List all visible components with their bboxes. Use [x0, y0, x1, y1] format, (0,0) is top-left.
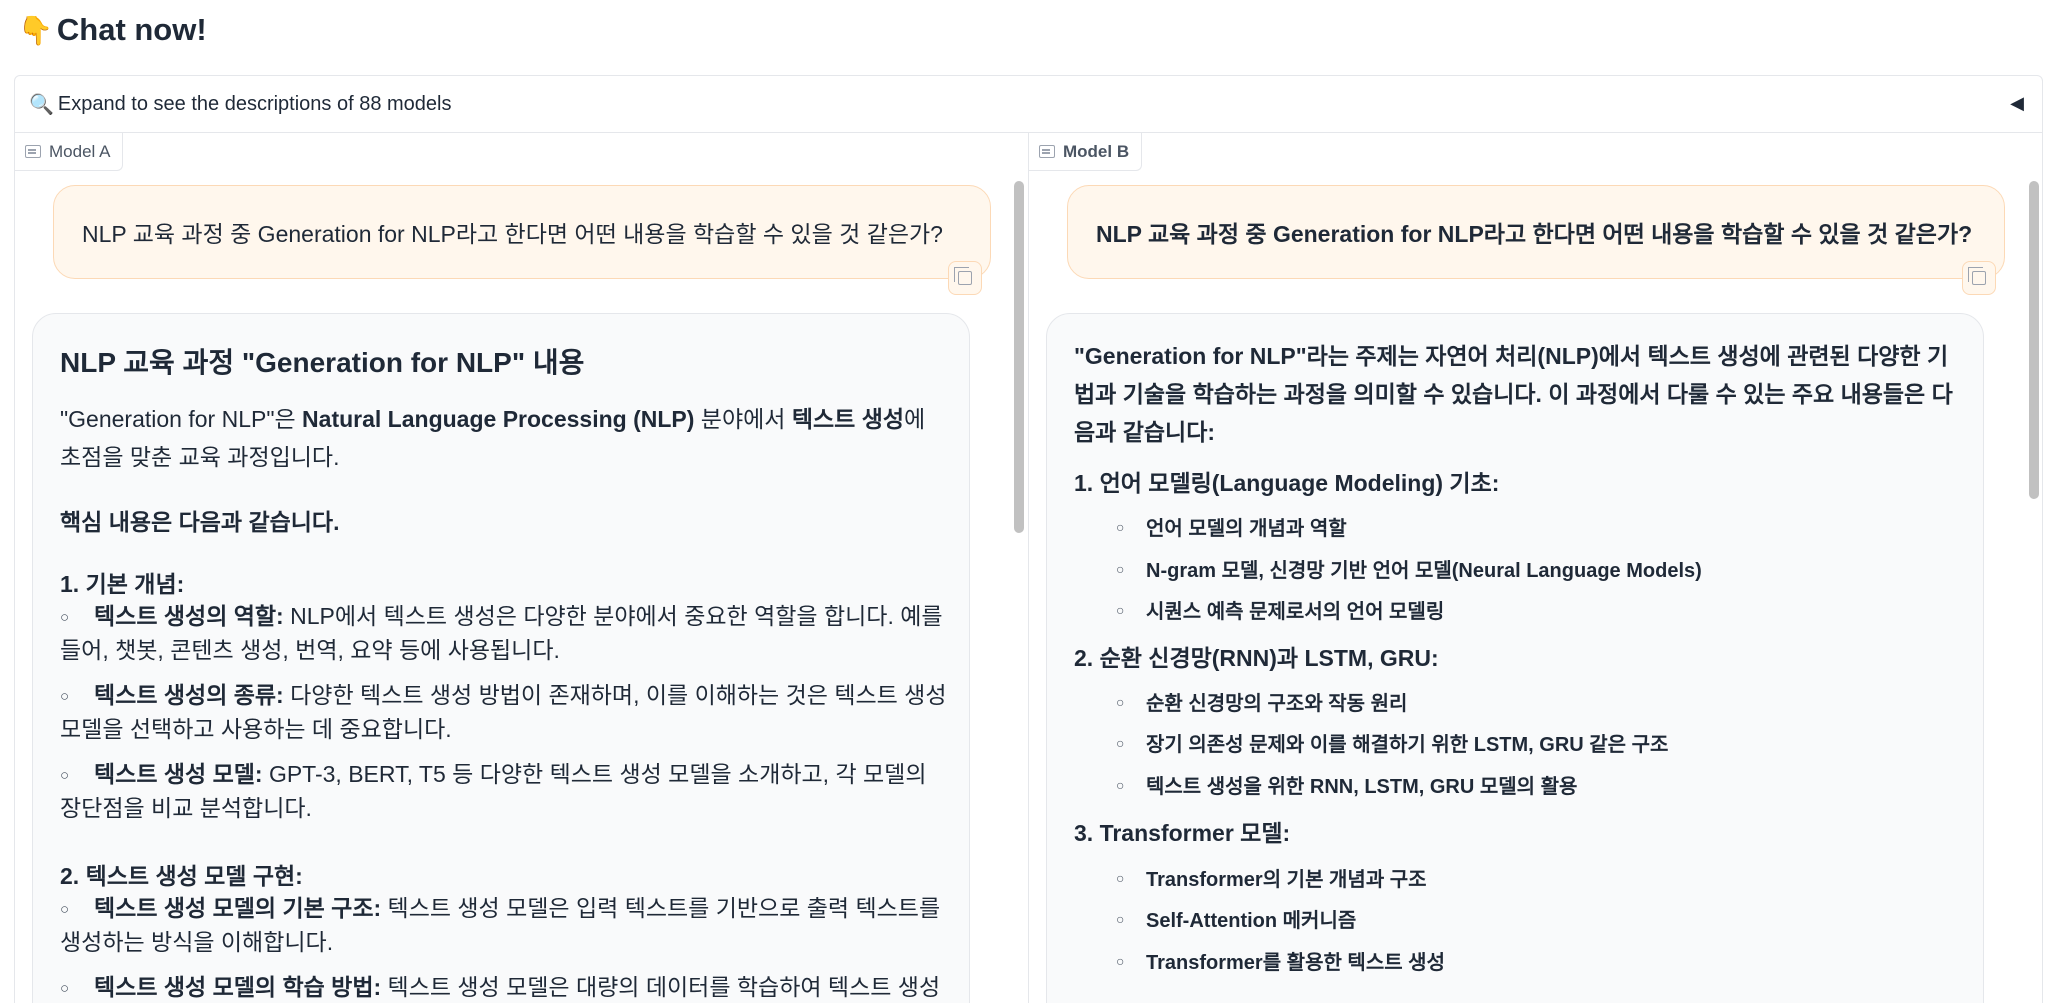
- bullet-icon: ○: [1116, 734, 1125, 751]
- bullet-icon: ○: [60, 980, 70, 997]
- bullet-icon: ○: [1116, 518, 1125, 535]
- list-item: ○ 장기 의존성 문제와 이를 해결하기 위한 LSTM, GRU 같은 구조: [1116, 734, 1669, 756]
- bullet-icon: ○: [1116, 952, 1125, 969]
- model-descriptions-accordion[interactable]: 🔍 Expand to see the descriptions of 88 m…: [14, 75, 2043, 133]
- bullet-icon: ○: [1116, 776, 1125, 793]
- bot-message-bubble: NLP 교육 과정 "Generation for NLP" 내용 "Gener…: [32, 313, 970, 1003]
- chatbot-panel-b: Model B NLP 교육 과정 중 Generation for NLP라고…: [1029, 133, 2043, 1003]
- user-message-bubble: NLP 교육 과정 중 Generation for NLP라고 한다면 어떤 …: [1067, 185, 2005, 279]
- bullet-icon: ○: [60, 609, 70, 626]
- copy-icon: [954, 267, 972, 285]
- list-item: ○ 텍스트 생성을 위한 RNN, LSTM, GRU 모델의 활용: [1116, 776, 1578, 798]
- chat-icon: [1039, 145, 1055, 158]
- model-a-label-text: Model A: [49, 141, 111, 161]
- list-item: ○ Self-Attention 메커니즘: [1116, 910, 1357, 932]
- list-item: ○ 순환 신경망의 구조와 작동 원리: [1116, 693, 1408, 715]
- core-content-label: 핵심 내용은 다음과 같습니다.: [60, 509, 340, 535]
- model-b-label: Model B: [1029, 133, 1143, 171]
- response-intro: "Generation for NLP"라는 주제는 자연어 처리(NLP)에서…: [1074, 343, 1953, 445]
- page-title-text: Chat now!: [56, 12, 207, 47]
- user-message-text: NLP 교육 과정 중 Generation for NLP라고 한다면 어떤 …: [1096, 221, 1973, 247]
- bullet-icon: ○: [1116, 910, 1125, 927]
- bullet-icon: ○: [60, 767, 70, 784]
- list-item: ○ N-gram 모델, 신경망 기반 언어 모델(Neural Language…: [1116, 560, 1702, 582]
- section-heading-1: 1. 기본 개념:: [60, 571, 185, 597]
- copy-icon: [1968, 267, 1986, 285]
- section-heading-1: 1. 언어 모델링(Language Modeling) 기초:: [1074, 470, 1500, 496]
- chat-icon: [25, 145, 41, 158]
- list-item: ○ 텍스트 생성의 종류: 다양한 텍스트 생성 방법이 존재하며, 이를 이해하…: [60, 682, 947, 742]
- bullet-icon: ○: [1116, 560, 1125, 577]
- list-item: ○ 언어 모델의 개념과 역할: [1116, 518, 1347, 540]
- list-item: ○ 텍스트 생성 모델의 학습 방법: 텍스트 생성 모델은 대량의 데이터를 학…: [60, 971, 949, 1003]
- copy-button[interactable]: [1962, 261, 1996, 295]
- response-intro: "Generation for NLP"은 Natural Language P…: [60, 406, 926, 470]
- response-heading: NLP 교육 과정 "Generation for NLP" 내용: [60, 347, 585, 378]
- bullet-icon: ○: [60, 688, 70, 705]
- bullet-icon: ○: [60, 901, 70, 918]
- bullet-icon: ○: [1116, 601, 1125, 618]
- scrollbar[interactable]: [2029, 173, 2039, 1003]
- model-a-label: Model A: [15, 133, 124, 171]
- chatbot-panel-a: Model A NLP 교육 과정 중 Generation for NLP라고…: [15, 133, 1029, 1003]
- section-heading-2: 2. 텍스트 생성 모델 구현:: [60, 863, 303, 889]
- magnifier-icon: 🔍: [29, 93, 54, 116]
- list-item: ○ Transformer를 활용한 텍스트 생성: [1116, 952, 1445, 974]
- list-item: ○ 텍스트 생성의 역할: NLP에서 텍스트 생성은 다양한 분야에서 중요한 …: [60, 603, 943, 663]
- collapse-arrow-icon[interactable]: ◀: [2010, 93, 2024, 114]
- accordion-label: Expand to see the descriptions of 88 mod…: [57, 92, 452, 115]
- bot-message-bubble: "Generation for NLP"라는 주제는 자연어 처리(NLP)에서…: [1046, 313, 1984, 1003]
- pointing-down-icon: 👇: [18, 14, 53, 46]
- user-message-text: NLP 교육 과정 중 Generation for NLP라고 한다면 어떤 …: [82, 221, 943, 247]
- chat-panels: Model A NLP 교육 과정 중 Generation for NLP라고…: [14, 133, 2043, 1003]
- scrollbar-thumb[interactable]: [2029, 181, 2039, 499]
- section-heading-2: 2. 순환 신경망(RNN)과 LSTM, GRU:: [1074, 645, 1439, 671]
- list-item: ○ 텍스트 생성 모델의 기본 구조: 텍스트 생성 모델은 입력 텍스트를 기반…: [60, 895, 941, 955]
- section-heading-3: 3. Transformer 모델:: [1074, 820, 1291, 846]
- user-message-bubble: NLP 교육 과정 중 Generation for NLP라고 한다면 어떤 …: [53, 185, 991, 279]
- bullet-icon: ○: [1116, 869, 1125, 886]
- scrollbar-thumb[interactable]: [1014, 181, 1024, 533]
- copy-button[interactable]: [948, 261, 982, 295]
- page-title: 👇 Chat now!: [18, 12, 207, 48]
- list-item: ○ 시퀀스 예측 문제로서의 언어 모델링: [1116, 601, 1445, 623]
- bullet-icon: ○: [1116, 693, 1125, 710]
- model-b-label-text: Model B: [1063, 141, 1130, 161]
- list-item: ○ Transformer의 기본 개념과 구조: [1116, 869, 1427, 891]
- scrollbar[interactable]: [1014, 173, 1024, 1003]
- list-item: ○ 텍스트 생성 모델: GPT-3, BERT, T5 등 다양한 텍스트 생성…: [60, 761, 927, 821]
